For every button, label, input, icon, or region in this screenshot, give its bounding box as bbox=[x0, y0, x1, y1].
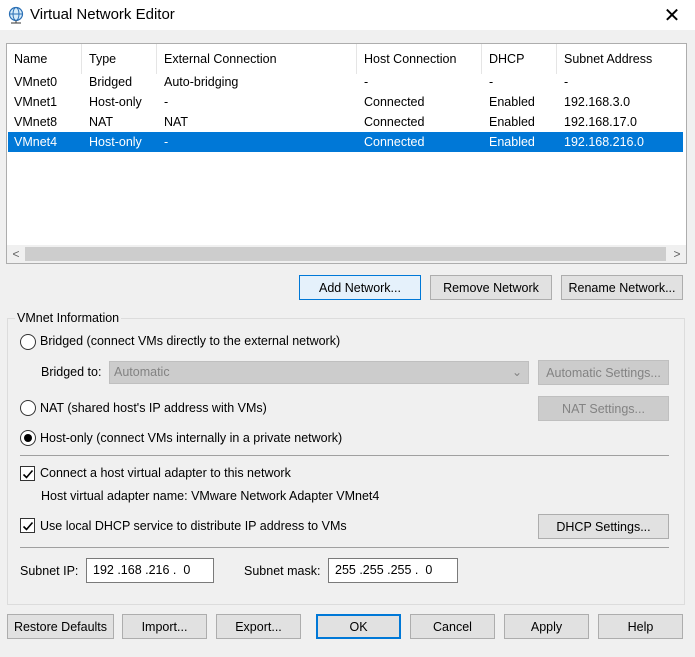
help-button[interactable]: Help bbox=[598, 614, 683, 639]
cell-subnet: 192.168.216.0 bbox=[564, 135, 644, 149]
import-button[interactable]: Import... bbox=[122, 614, 207, 639]
cell-type: Host-only bbox=[89, 135, 142, 149]
cell-dhcp: Enabled bbox=[489, 95, 535, 109]
host-only-radio[interactable] bbox=[20, 430, 36, 446]
cell-host: - bbox=[364, 75, 369, 89]
network-globe-icon bbox=[8, 6, 24, 24]
bridged-to-label: Bridged to: bbox=[41, 365, 102, 379]
table-row[interactable]: VMnet8 NAT NAT Connected Enabled 192.168… bbox=[8, 112, 683, 132]
bridged-radio[interactable] bbox=[20, 334, 36, 350]
column-header-type[interactable]: Type bbox=[82, 44, 157, 74]
add-network-button[interactable]: Add Network... bbox=[299, 275, 421, 300]
adapter-name-text: Host virtual adapter name: VMware Networ… bbox=[41, 489, 380, 503]
table-row-selected[interactable]: VMnet4 Host-only - Connected Enabled 192… bbox=[8, 132, 683, 152]
rename-network-button[interactable]: Rename Network... bbox=[561, 275, 683, 300]
cell-external: Auto-bridging bbox=[164, 75, 239, 89]
automatic-settings-button[interactable]: Automatic Settings... bbox=[538, 360, 669, 385]
column-header-subnet[interactable]: Subnet Address bbox=[557, 44, 687, 74]
nat-radio[interactable] bbox=[20, 400, 36, 416]
bridged-to-select[interactable]: Automatic ⌄ bbox=[109, 361, 529, 384]
horizontal-scrollbar[interactable]: < > bbox=[7, 245, 686, 263]
cell-subnet: 192.168.3.0 bbox=[564, 95, 631, 109]
chevron-down-icon: ⌄ bbox=[511, 365, 522, 379]
cell-name: VMnet0 bbox=[14, 75, 58, 89]
bridged-label[interactable]: Bridged (connect VMs directly to the ext… bbox=[40, 334, 340, 348]
checkmark-icon bbox=[22, 521, 33, 531]
cell-type: Bridged bbox=[89, 75, 133, 89]
cell-host: Connected bbox=[364, 135, 425, 149]
column-header-host[interactable]: Host Connection bbox=[357, 44, 482, 74]
checkmark-icon bbox=[22, 469, 33, 479]
connect-adapter-label[interactable]: Connect a host virtual adapter to this n… bbox=[40, 466, 291, 480]
cell-dhcp: - bbox=[489, 75, 494, 89]
restore-defaults-button[interactable]: Restore Defaults bbox=[7, 614, 114, 639]
nat-settings-button[interactable]: NAT Settings... bbox=[538, 396, 669, 421]
remove-network-button[interactable]: Remove Network bbox=[430, 275, 552, 300]
separator bbox=[20, 455, 669, 456]
apply-button[interactable]: Apply bbox=[504, 614, 589, 639]
host-only-label[interactable]: Host-only (connect VMs internally in a p… bbox=[40, 431, 342, 445]
cell-external: NAT bbox=[164, 115, 189, 129]
window-title: Virtual Network Editor bbox=[30, 6, 175, 23]
subnet-ip-label: Subnet IP: bbox=[20, 564, 79, 578]
radio-selected-dot bbox=[24, 434, 32, 442]
cell-type: Host-only bbox=[89, 95, 142, 109]
cell-name: VMnet1 bbox=[14, 95, 58, 109]
title-bar: Virtual Network Editor ✕ bbox=[0, 0, 695, 30]
connect-adapter-checkbox[interactable] bbox=[20, 466, 35, 481]
table-header: Name Type External Connection Host Conne… bbox=[7, 44, 686, 74]
dhcp-settings-button[interactable]: DHCP Settings... bbox=[538, 514, 669, 539]
dhcp-checkbox[interactable] bbox=[20, 518, 35, 533]
ok-button[interactable]: OK bbox=[316, 614, 401, 639]
group-label: VMnet Information bbox=[15, 311, 122, 325]
column-header-external[interactable]: External Connection bbox=[157, 44, 357, 74]
cell-host: Connected bbox=[364, 115, 425, 129]
cell-subnet: - bbox=[564, 75, 569, 89]
separator bbox=[20, 547, 669, 548]
cell-dhcp: Enabled bbox=[489, 115, 535, 129]
cell-name: VMnet4 bbox=[14, 135, 58, 149]
subnet-mask-input[interactable]: 255 .255 .255 . 0 bbox=[328, 558, 458, 583]
cell-type: NAT bbox=[89, 115, 114, 129]
subnet-mask-label: Subnet mask: bbox=[244, 564, 321, 578]
close-icon: ✕ bbox=[663, 4, 681, 27]
close-button[interactable]: ✕ bbox=[649, 0, 695, 30]
export-button[interactable]: Export... bbox=[216, 614, 301, 639]
table-row[interactable]: VMnet0 Bridged Auto-bridging - - - bbox=[8, 72, 683, 92]
cell-external: - bbox=[164, 95, 169, 109]
cell-external: - bbox=[164, 135, 169, 149]
dhcp-label[interactable]: Use local DHCP service to distribute IP … bbox=[40, 519, 347, 533]
scroll-right-icon[interactable]: > bbox=[668, 245, 686, 263]
column-header-dhcp[interactable]: DHCP bbox=[482, 44, 557, 74]
table-row[interactable]: VMnet1 Host-only - Connected Enabled 192… bbox=[8, 92, 683, 112]
cancel-button[interactable]: Cancel bbox=[410, 614, 495, 639]
column-header-name[interactable]: Name bbox=[7, 44, 82, 74]
nat-label[interactable]: NAT (shared host's IP address with VMs) bbox=[40, 401, 267, 415]
scroll-left-icon[interactable]: < bbox=[7, 245, 25, 263]
cell-name: VMnet8 bbox=[14, 115, 58, 129]
cell-subnet: 192.168.17.0 bbox=[564, 115, 637, 129]
cell-dhcp: Enabled bbox=[489, 135, 535, 149]
scrollbar-thumb[interactable] bbox=[25, 247, 666, 261]
bridged-to-value: Automatic bbox=[114, 365, 170, 379]
subnet-ip-input[interactable]: 192 .168 .216 . 0 bbox=[86, 558, 214, 583]
cell-host: Connected bbox=[364, 95, 425, 109]
network-table[interactable]: Name Type External Connection Host Conne… bbox=[6, 43, 687, 264]
